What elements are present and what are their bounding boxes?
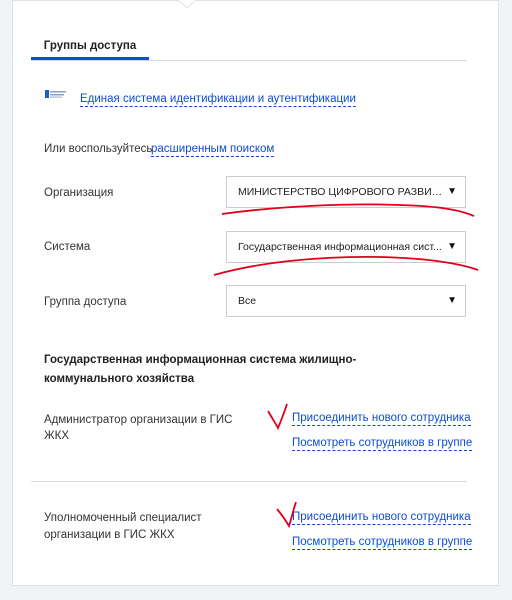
access-group-select[interactable]: Все ▼	[226, 285, 466, 317]
role-name: Администратор организации в ГИС ЖКХ	[44, 412, 244, 444]
system-label: Система	[44, 241, 91, 253]
system-select[interactable]: Государственная информационная сист... ▼	[226, 231, 466, 263]
esia-link[interactable]: Единая система идентификации и аутентифи…	[80, 92, 356, 107]
access-group-value: Все	[238, 295, 257, 307]
role-name-line: Администратор организации в ГИС	[44, 414, 233, 426]
dropdown-arrow-icon: ▼	[447, 241, 457, 252]
organization-value: МИНИСТЕРСТВО ЦИФРОВОГО РАЗВИТ...	[238, 186, 443, 198]
organization-select[interactable]: МИНИСТЕРСТВО ЦИФРОВОГО РАЗВИТ... ▼	[226, 176, 466, 208]
advanced-search-link[interactable]: расширенным поиском	[151, 142, 275, 157]
role-name-line: организации в ГИС ЖКХ	[44, 529, 175, 541]
join-employee-link[interactable]: Присоединить нового сотрудника	[292, 510, 471, 525]
dropdown-arrow-icon: ▼	[447, 186, 457, 197]
system-value: Государственная информационная сист...	[238, 241, 442, 253]
esia-logo-icon	[45, 90, 66, 98]
tab-access-groups[interactable]: Группы доступа	[31, 40, 149, 60]
role-name-line: Уполномоченный специалист	[44, 512, 202, 524]
search-prefix: Или воспользуйтесь	[44, 143, 153, 155]
role-name-line: ЖКХ	[44, 430, 69, 442]
view-employees-link[interactable]: Посмотреть сотрудников в группе	[292, 436, 473, 451]
section-title: Государственная информационная система ж…	[44, 354, 357, 385]
view-employees-link[interactable]: Посмотреть сотрудников в группе	[292, 535, 473, 550]
divider	[31, 481, 467, 482]
access-group-label: Группа доступа	[44, 296, 127, 308]
tabs-bar: Группы доступа	[31, 0, 467, 61]
join-employee-link[interactable]: Присоединить нового сотрудника	[292, 411, 471, 426]
role-name: Уполномоченный специалист организации в …	[44, 510, 244, 544]
organization-label: Организация	[44, 187, 114, 199]
dropdown-arrow-icon: ▼	[447, 295, 457, 306]
